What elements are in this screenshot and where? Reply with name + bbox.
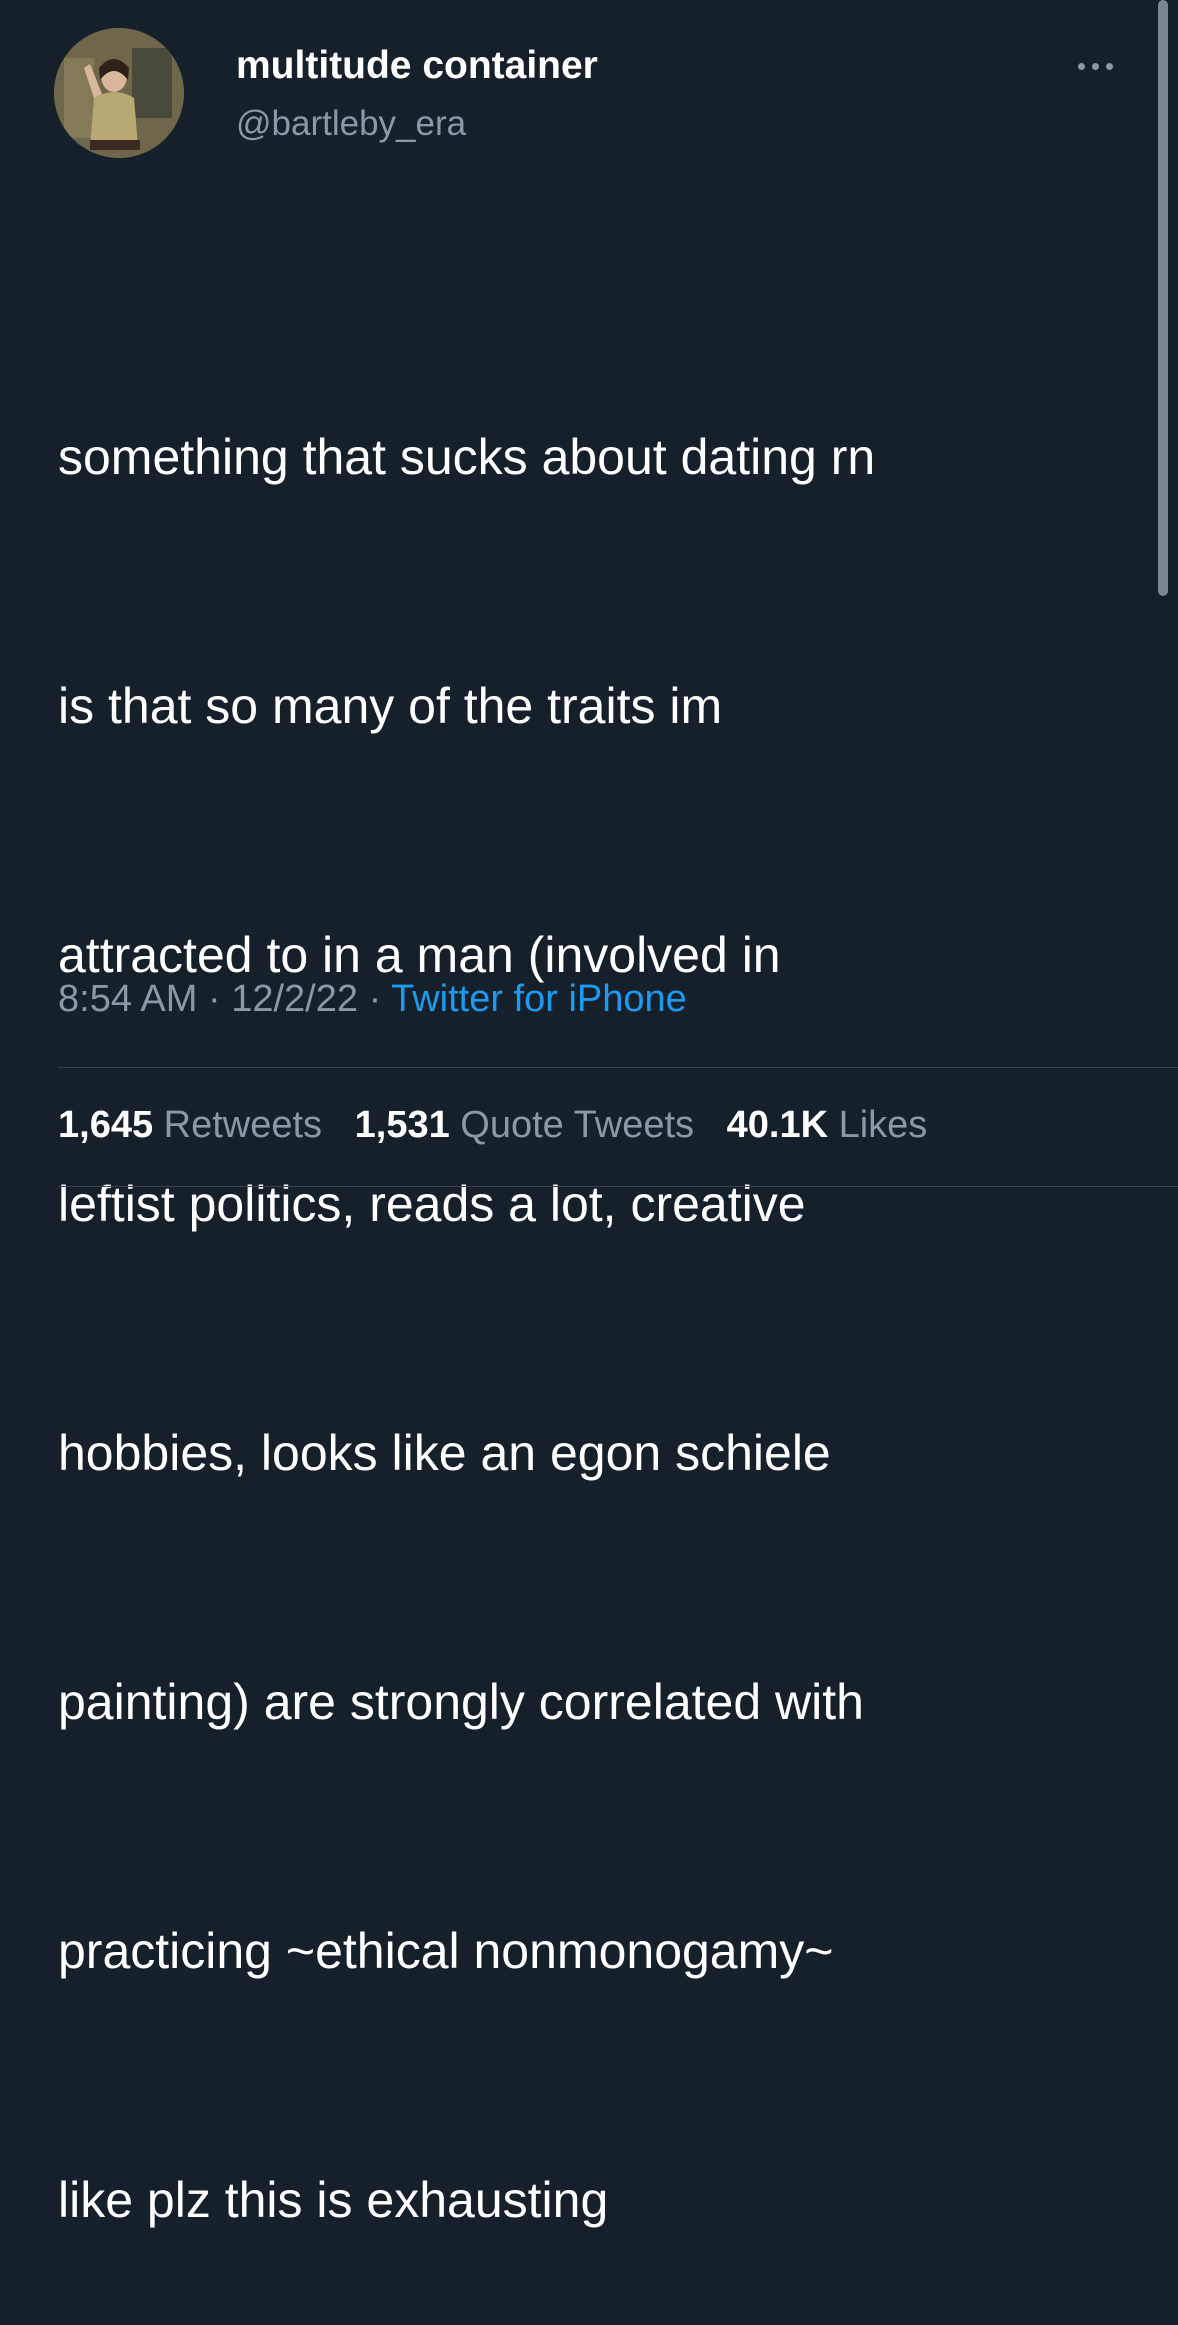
profile-photo bbox=[54, 28, 184, 158]
tweet-text-line: something that sucks about dating rn bbox=[58, 429, 876, 485]
tweet-meta: 8:54 AM · 12/2/22 · Twitter for iPhone bbox=[58, 978, 687, 1021]
tweet-source-link[interactable]: Twitter for iPhone bbox=[391, 978, 687, 1020]
tweet-text-line: leftist politics, reads a lot, creative bbox=[58, 1176, 806, 1232]
meta-separator: · bbox=[368, 978, 382, 1020]
scrollbar[interactable] bbox=[1158, 0, 1168, 596]
more-dot bbox=[1092, 63, 1099, 70]
retweets-count: 1,645 bbox=[58, 1104, 154, 1146]
tweet-time[interactable]: 8:54 AM bbox=[58, 978, 197, 1020]
likes-count: 40.1K bbox=[726, 1104, 829, 1146]
likes-label: Likes bbox=[838, 1104, 928, 1146]
author-handle[interactable]: @bartleby_era bbox=[236, 104, 466, 144]
divider bbox=[58, 1067, 1178, 1068]
quote-tweets-count: 1,531 bbox=[354, 1104, 450, 1146]
tweet-text-line: practicing ~ethical nonmonogamy~ bbox=[58, 1923, 834, 1979]
tweet-text-line: painting) are strongly correlated with bbox=[58, 1674, 864, 1730]
author-display-name[interactable]: multitude container bbox=[236, 44, 598, 88]
tweet-text: something that sucks about dating rn is … bbox=[58, 250, 1138, 2325]
meta-separator: · bbox=[207, 978, 221, 1020]
more-dot bbox=[1106, 63, 1113, 70]
tweet-text-line: hobbies, looks like an egon schiele bbox=[58, 1425, 831, 1481]
divider bbox=[58, 1186, 1178, 1187]
avatar[interactable] bbox=[54, 28, 184, 158]
more-horizontal-icon[interactable] bbox=[1074, 56, 1116, 76]
tweet-stats: 1,645 Retweets 1,531 Quote Tweets 40.1K … bbox=[58, 1104, 949, 1147]
tweet-text-line: like plz this is exhausting bbox=[58, 2172, 609, 2228]
quote-tweets-stat[interactable]: 1,531 Quote Tweets bbox=[355, 1104, 694, 1146]
tweet-date[interactable]: 12/2/22 bbox=[231, 978, 358, 1020]
likes-stat[interactable]: 40.1K Likes bbox=[727, 1104, 928, 1146]
retweets-stat[interactable]: 1,645 Retweets bbox=[58, 1104, 322, 1146]
more-dot bbox=[1078, 63, 1085, 70]
quote-tweets-label: Quote Tweets bbox=[460, 1104, 695, 1146]
retweets-label: Retweets bbox=[163, 1104, 323, 1146]
tweet-text-line: is that so many of the traits im bbox=[58, 678, 723, 734]
